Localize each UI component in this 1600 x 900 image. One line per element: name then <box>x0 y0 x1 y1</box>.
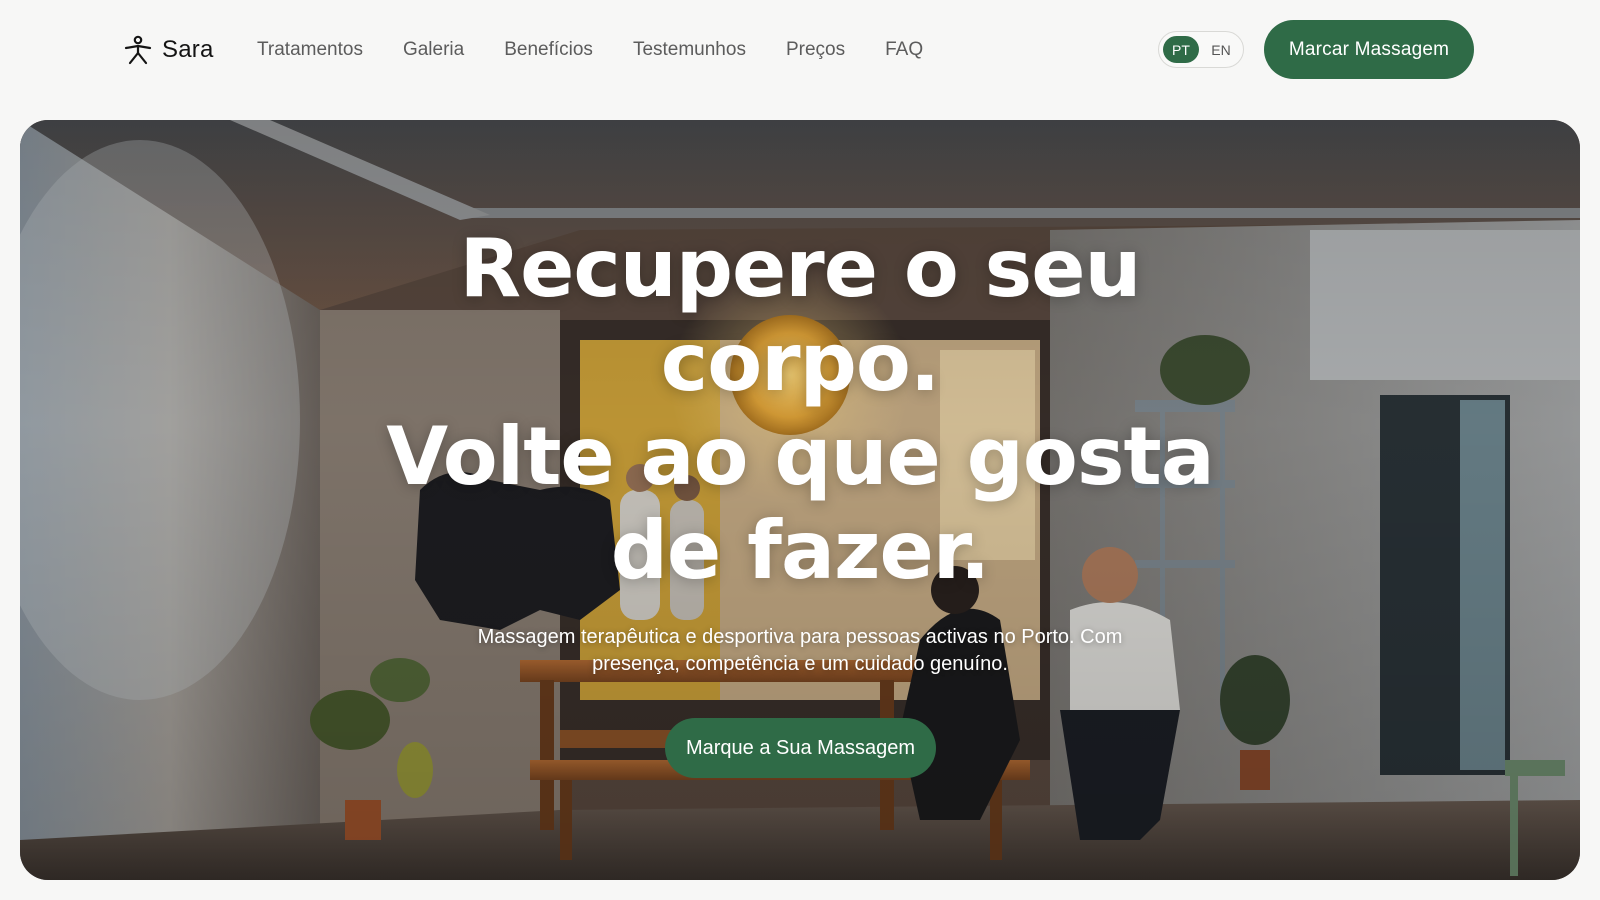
hero-title-line: Volte ao que gosta <box>386 410 1214 503</box>
site-header: Sara Tratamentos Galeria Benefícios Test… <box>0 0 1600 100</box>
nav-tratamentos[interactable]: Tratamentos <box>257 39 363 61</box>
brand-name: Sara <box>162 36 214 63</box>
nav-testemunhos[interactable]: Testemunhos <box>633 39 746 61</box>
hero-title: Recupere o seu corpo. Volte ao que gosta… <box>350 222 1250 598</box>
main-nav: Tratamentos Galeria Benefícios Testemunh… <box>257 30 923 70</box>
nav-galeria[interactable]: Galeria <box>403 39 464 61</box>
nav-beneficios[interactable]: Benefícios <box>504 39 593 61</box>
language-switch: PT EN <box>1158 31 1244 68</box>
hero-title-line: de fazer. <box>610 504 990 597</box>
language-option-en[interactable]: EN <box>1203 36 1239 63</box>
brand-logo[interactable]: Sara <box>124 30 214 70</box>
hero-book-massage-button[interactable]: Marque a Sua Massagem <box>665 718 936 778</box>
nav-precos[interactable]: Preços <box>786 39 845 61</box>
book-massage-button[interactable]: Marcar Massagem <box>1264 20 1474 79</box>
hero-subtitle: Massagem terapêutica e desportiva para p… <box>477 626 1123 675</box>
hero-title-line: Recupere o seu <box>459 222 1142 315</box>
hero-title-line: corpo. <box>660 316 940 409</box>
nav-faq[interactable]: FAQ <box>885 39 923 61</box>
person-stretch-icon <box>124 35 152 65</box>
hero-content: Recupere o seu corpo. Volte ao que gosta… <box>20 120 1580 880</box>
language-option-pt[interactable]: PT <box>1163 36 1199 63</box>
hero-section: Recupere o seu corpo. Volte ao que gosta… <box>20 120 1580 880</box>
